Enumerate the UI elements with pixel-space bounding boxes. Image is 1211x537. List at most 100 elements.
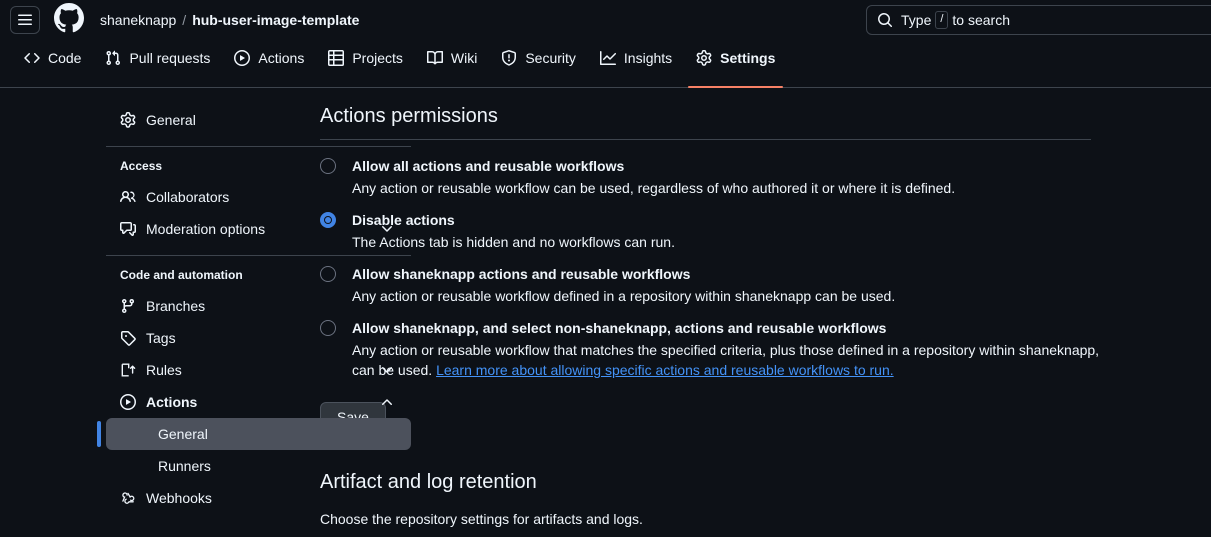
search-placeholder: Type / to search: [901, 11, 1010, 29]
permission-option-disable-actions[interactable]: Disable actions: [320, 210, 1211, 230]
permission-option-allow-select[interactable]: Allow shaneknapp, and select non-shanekn…: [320, 318, 1211, 338]
table-icon: [328, 50, 345, 78]
tab-label: Settings: [720, 50, 776, 66]
tab-security[interactable]: Security: [493, 41, 584, 87]
tab-actions[interactable]: Actions: [226, 41, 312, 87]
sidebar-item-label: Branches: [146, 298, 206, 314]
title-divider: [320, 139, 1091, 140]
tab-label: Code: [48, 50, 82, 66]
sidebar-item-label: Moderation options: [146, 221, 266, 237]
radio-description: Any action or reusable workflow defined …: [352, 288, 896, 304]
tab-label: Security: [525, 50, 576, 66]
app-header: shaneknapp / hub-user-image-template Typ…: [0, 0, 1211, 40]
sidebar-item-label: Collaborators: [146, 189, 230, 205]
sidebar-item-label: General: [146, 112, 196, 128]
sidebar-item-label: Runners: [158, 458, 211, 474]
search-suffix: to search: [952, 12, 1011, 28]
chevron-down-icon: [379, 221, 395, 237]
sidebar-item-webhooks[interactable]: Webhooks: [106, 482, 411, 514]
search-prefix: Type: [901, 12, 932, 28]
sidebar-item-moderation-options[interactable]: Moderation options: [106, 213, 411, 245]
sidebar-divider: [106, 255, 411, 256]
breadcrumb-owner[interactable]: shaneknapp: [100, 12, 176, 28]
webhook-icon: [120, 490, 136, 506]
sidebar-heading-access: Access: [120, 159, 163, 173]
sidebar-item-label: General: [158, 426, 208, 442]
sidebar-item-label: Tags: [146, 330, 176, 346]
comment-discussion-icon: [120, 221, 136, 237]
tab-label: Wiki: [450, 50, 478, 66]
page-body: General Access Collaborators Moderation …: [0, 88, 1211, 537]
settings-main-content: Actions permissions Allow all actions an…: [312, 88, 1211, 537]
tab-pull-requests[interactable]: Pull requests: [97, 41, 218, 87]
radio-label: Allow shaneknapp, and select non-shanekn…: [352, 320, 887, 336]
tab-label: Pull requests: [129, 50, 211, 66]
radio-disable-actions[interactable]: [320, 212, 336, 228]
radio-label: Allow all actions and reusable workflows: [352, 158, 625, 174]
radio-allow-all[interactable]: [320, 158, 336, 174]
sidebar-item-tags[interactable]: Tags: [106, 322, 411, 354]
rule-icon: [120, 362, 136, 378]
artifact-retention-title: Artifact and log retention: [320, 471, 537, 493]
search-slash-key: /: [935, 11, 949, 29]
radio-description: The Actions tab is hidden and no workflo…: [352, 234, 675, 250]
shield-icon: [501, 50, 517, 78]
radio-description: Any action or reusable workflow can be u…: [352, 180, 956, 196]
people-icon: [120, 189, 136, 205]
breadcrumb-separator: /: [182, 12, 187, 28]
tab-label: Actions: [258, 50, 305, 66]
graph-icon: [599, 50, 616, 78]
git-branch-icon: [120, 298, 136, 314]
sidebar-item-rules[interactable]: Rules: [106, 354, 411, 386]
breadcrumb-repo[interactable]: hub-user-image-template: [192, 12, 359, 28]
sidebar-item-actions-runners[interactable]: Runners: [106, 450, 411, 482]
search-input[interactable]: Type / to search: [866, 5, 1211, 35]
breadcrumb: shaneknapp / hub-user-image-template: [100, 12, 359, 28]
radio-label: Allow shaneknapp actions and reusable wo…: [352, 266, 691, 282]
artifact-retention-description: Choose the repository settings for artif…: [320, 511, 643, 527]
actions-permissions-radio-group: Allow all actions and reusable workflows…: [320, 156, 1211, 380]
tab-label: Projects: [352, 50, 403, 66]
tab-projects[interactable]: Projects: [320, 41, 411, 87]
code-icon: [24, 50, 40, 78]
permission-option-allow-owner[interactable]: Allow shaneknapp actions and reusable wo…: [320, 264, 1211, 284]
sidebar-item-label: Actions: [146, 394, 198, 410]
gear-icon: [696, 50, 712, 78]
github-mark-icon: [54, 2, 84, 38]
chevron-up-icon: [379, 394, 395, 410]
tag-icon: [120, 330, 136, 346]
sidebar-item-actions[interactable]: Actions: [106, 386, 411, 418]
learn-more-link[interactable]: Learn more about allowing specific actio…: [436, 362, 894, 378]
radio-allow-owner[interactable]: [320, 266, 336, 282]
settings-nav-list: General Access Collaborators Moderation …: [97, 104, 411, 514]
github-logo-link[interactable]: [54, 2, 84, 38]
permission-option-allow-all[interactable]: Allow all actions and reusable workflows: [320, 156, 1211, 176]
sidebar-heading-code-and-automation: Code and automation: [120, 268, 243, 282]
tab-code[interactable]: Code: [16, 41, 89, 87]
tab-settings[interactable]: Settings: [688, 41, 784, 88]
sidebar-item-label: Rules: [146, 362, 182, 378]
sidebar-item-general-top[interactable]: General: [106, 104, 411, 136]
play-circle-icon: [234, 50, 251, 78]
radio-description-with-link: Any action or reusable workflow that mat…: [352, 340, 1112, 380]
page-title: Actions permissions: [320, 105, 498, 127]
hamburger-menu-button[interactable]: [10, 6, 40, 34]
tab-label: Insights: [623, 50, 673, 66]
radio-allow-select[interactable]: [320, 320, 336, 336]
sidebar-item-label: Webhooks: [146, 490, 212, 506]
tab-insights[interactable]: Insights: [592, 41, 680, 87]
chevron-down-icon: [379, 362, 395, 378]
sidebar-item-branches[interactable]: Branches: [106, 290, 411, 322]
sidebar-item-collaborators[interactable]: Collaborators: [106, 181, 411, 213]
play-circle-icon: [120, 394, 136, 410]
hamburger-icon: [17, 12, 33, 28]
tab-wiki[interactable]: Wiki: [419, 41, 485, 87]
book-icon: [426, 50, 443, 78]
repo-tab-bar: Code Pull requests Actions Projects Wiki…: [0, 40, 1211, 88]
git-pull-request-icon: [105, 50, 121, 78]
search-icon: [877, 12, 893, 28]
settings-sidebar: General Access Collaborators Moderation …: [0, 88, 411, 537]
gear-icon: [120, 112, 136, 128]
sidebar-item-actions-general[interactable]: General: [97, 418, 411, 450]
